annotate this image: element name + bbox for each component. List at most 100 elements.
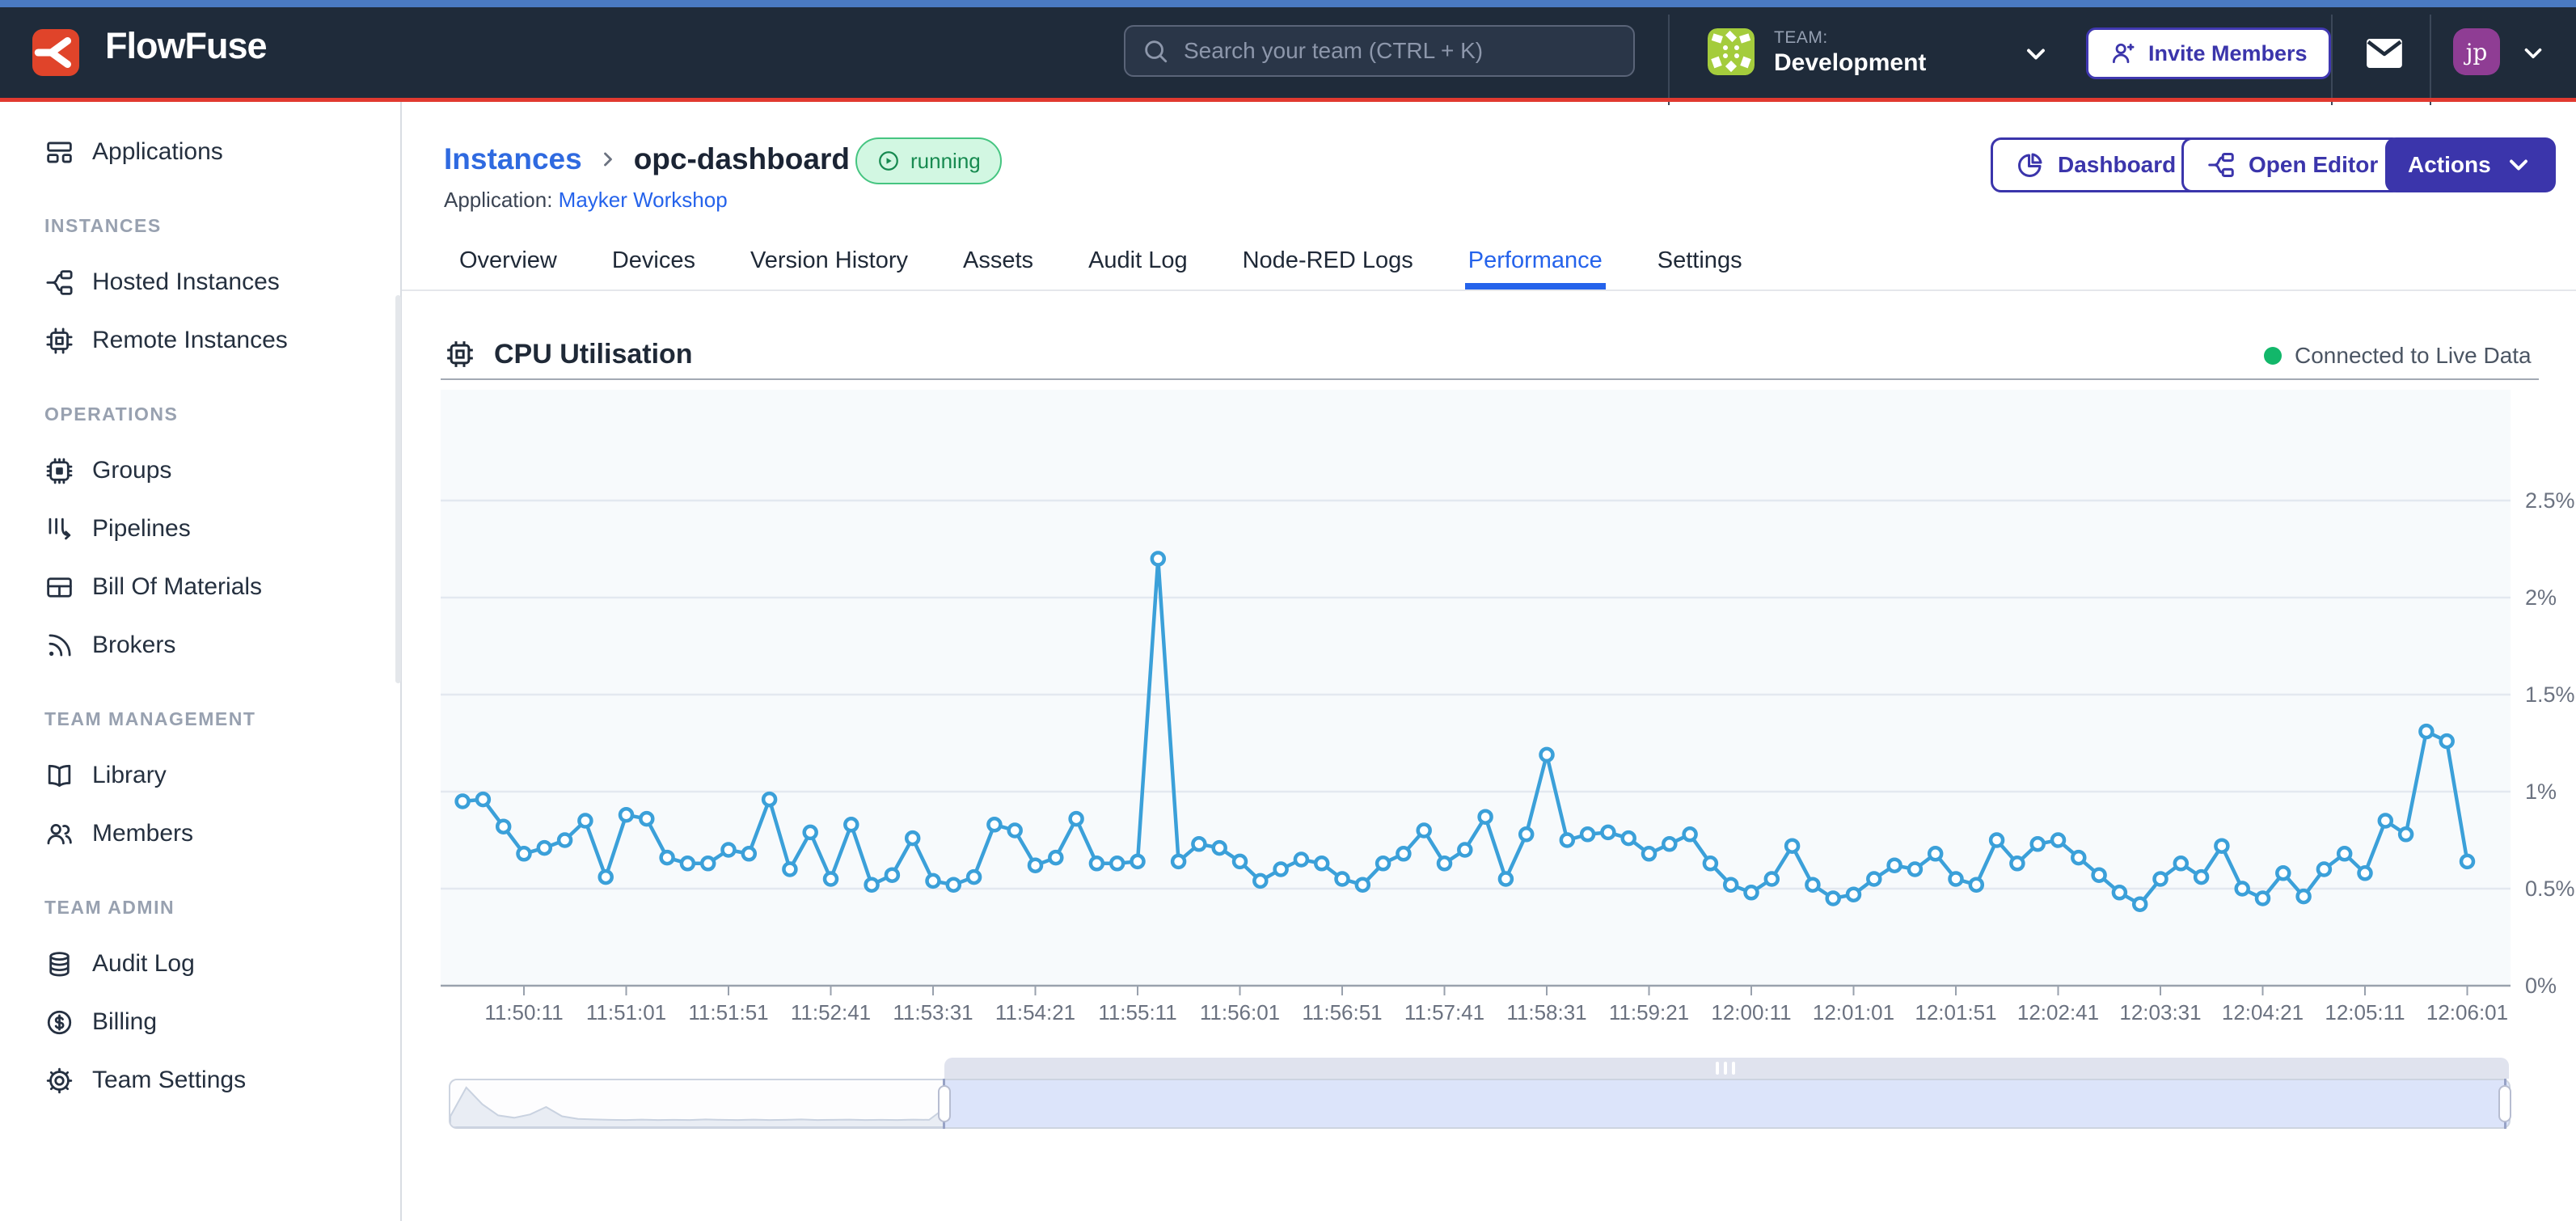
sidebar-section-instances: INSTANCES: [0, 181, 400, 253]
brand-title[interactable]: FlowFuse: [105, 25, 267, 67]
sidebar-item-library[interactable]: Library: [0, 746, 400, 805]
panel-divider: [441, 378, 2539, 380]
sidebar-item-label: Library: [92, 762, 167, 789]
scrubber-left-handle[interactable]: [938, 1085, 951, 1122]
sidebar-item-label: Audit Log: [92, 950, 195, 978]
breadcrumb-instances-link[interactable]: Instances: [444, 142, 582, 176]
team-chevron-down-icon[interactable]: [2021, 40, 2050, 69]
header-divider: [2331, 15, 2333, 105]
invite-members-button[interactable]: Invite Members: [2086, 27, 2331, 79]
header-divider: [1668, 15, 1670, 105]
sidebar-item-audit-log[interactable]: Audit Log: [0, 935, 400, 993]
svg-text:11:59:21: 11:59:21: [1609, 1000, 1689, 1025]
actions-button[interactable]: Actions: [2385, 137, 2556, 192]
chevron-down-icon: [2504, 150, 2533, 180]
tab-version-history[interactable]: Version History: [747, 241, 911, 289]
pipeline-icon: [44, 514, 74, 544]
scrubber-grip[interactable]: [1716, 1062, 1735, 1075]
sidebar-item-applications[interactable]: Applications: [0, 123, 400, 181]
svg-text:11:53:31: 11:53:31: [893, 1000, 973, 1025]
scrubber-track[interactable]: [449, 1079, 2511, 1129]
sidebar-scrollbar[interactable]: [395, 295, 401, 683]
cog-icon: [44, 1066, 74, 1096]
live-status-dot: [2264, 347, 2282, 365]
svg-text:12:00:11: 12:00:11: [1711, 1000, 1791, 1025]
svg-text:2%: 2%: [2525, 585, 2557, 610]
breadcrumb: Instances opc-dashboard: [444, 139, 850, 180]
pie-chart-icon: [2016, 150, 2045, 180]
header-divider: [2430, 15, 2431, 105]
team-avatar[interactable]: [1708, 28, 1755, 75]
svg-text:11:51:01: 11:51:01: [586, 1000, 666, 1025]
panel-header: CPU Utilisation: [444, 338, 693, 370]
flowfuse-app: FlowFuse: [0, 0, 2576, 1221]
table-icon: [44, 572, 74, 602]
search-icon: [1142, 37, 1169, 65]
flow-icon: [44, 268, 74, 298]
svg-text:12:05:11: 12:05:11: [2325, 1000, 2405, 1025]
sidebar-item-label: Team Settings: [92, 1067, 246, 1094]
sidebar-item-label: Members: [92, 820, 193, 847]
chevron-right-icon: [597, 148, 619, 171]
team-name[interactable]: Development: [1774, 49, 1926, 77]
dashboard-label: Dashboard: [2058, 152, 2176, 178]
svg-text:11:58:31: 11:58:31: [1506, 1000, 1586, 1025]
tab-performance[interactable]: Performance: [1465, 241, 1606, 289]
svg-text:11:55:11: 11:55:11: [1098, 1000, 1176, 1025]
rss-icon: [44, 631, 74, 661]
mail-icon[interactable]: [2365, 38, 2404, 69]
dashboard-button[interactable]: Dashboard: [1991, 137, 2201, 192]
tab-settings[interactable]: Settings: [1654, 241, 1746, 289]
scrubber-selection[interactable]: [944, 1080, 2509, 1129]
sidebar-item-label: Brokers: [92, 632, 175, 659]
sidebar-item-label: Bill Of Materials: [92, 573, 262, 601]
tab-assets[interactable]: Assets: [960, 241, 1037, 289]
sidebar-item-billing[interactable]: Billing: [0, 993, 400, 1051]
user-menu-chevron-down-icon[interactable]: [2519, 40, 2547, 67]
tab-audit-log[interactable]: Audit Log: [1085, 241, 1191, 289]
sidebar-item-label: Billing: [92, 1008, 157, 1036]
sidebar-item-brokers[interactable]: Brokers: [0, 616, 400, 674]
search-input[interactable]: [1182, 37, 1617, 65]
svg-text:11:56:01: 11:56:01: [1200, 1000, 1280, 1025]
svg-text:11:57:41: 11:57:41: [1404, 1000, 1484, 1025]
svg-text:1.5%: 1.5%: [2525, 682, 2575, 707]
sidebar-item-members[interactable]: Members: [0, 805, 400, 863]
svg-text:0%: 0%: [2525, 974, 2557, 998]
svg-text:11:54:21: 11:54:21: [995, 1000, 1075, 1025]
sidebar-item-label: Pipelines: [92, 515, 191, 543]
sidebar-item-pipelines[interactable]: Pipelines: [0, 500, 400, 558]
scrubber-right-handle[interactable]: [2498, 1085, 2511, 1122]
svg-text:0.5%: 0.5%: [2525, 877, 2575, 901]
sidebar-item-remote-instances[interactable]: Remote Instances: [0, 311, 400, 370]
application-line: Application: Mayker Workshop: [444, 188, 728, 213]
sidebar-item-groups[interactable]: Groups: [0, 442, 400, 500]
book-icon: [44, 761, 74, 791]
cpu-utilisation-chart[interactable]: 0%0.5%1%1.5%2%2.5%11:50:1111:51:0111:51:…: [441, 390, 2576, 1030]
team-search[interactable]: [1124, 25, 1635, 77]
live-status: Connected to Live Data: [2264, 343, 2532, 369]
sidebar-item-hosted-instances[interactable]: Hosted Instances: [0, 253, 400, 311]
chip-icon: [44, 326, 74, 356]
tab-devices[interactable]: Devices: [609, 241, 699, 289]
sidebar-section-operations: OPERATIONS: [0, 370, 400, 442]
svg-text:2.5%: 2.5%: [2525, 488, 2575, 513]
open-editor-button[interactable]: Open Editor: [2181, 137, 2403, 192]
status-text: running: [910, 149, 981, 174]
svg-text:12:03:31: 12:03:31: [2119, 1000, 2201, 1025]
tab-node-red-logs[interactable]: Node-RED Logs: [1239, 241, 1417, 289]
svg-text:11:56:51: 11:56:51: [1302, 1000, 1382, 1025]
svg-text:1%: 1%: [2525, 779, 2557, 804]
flowfuse-logo-icon[interactable]: [32, 29, 79, 76]
live-status-text: Connected to Live Data: [2295, 343, 2532, 369]
sidebar-item-bill-of-materials[interactable]: Bill Of Materials: [0, 558, 400, 616]
sidebar-item-team-settings[interactable]: Team Settings: [0, 1051, 400, 1109]
applications-icon: [44, 137, 74, 167]
svg-text:12:04:21: 12:04:21: [2222, 1000, 2304, 1025]
users-icon: [44, 819, 74, 849]
application-link[interactable]: Mayker Workshop: [559, 188, 728, 212]
svg-text:12:02:41: 12:02:41: [2017, 1000, 2099, 1025]
sidebar-item-label: Hosted Instances: [92, 268, 280, 296]
user-avatar[interactable]: jp: [2453, 28, 2500, 75]
tab-overview[interactable]: Overview: [456, 241, 560, 289]
